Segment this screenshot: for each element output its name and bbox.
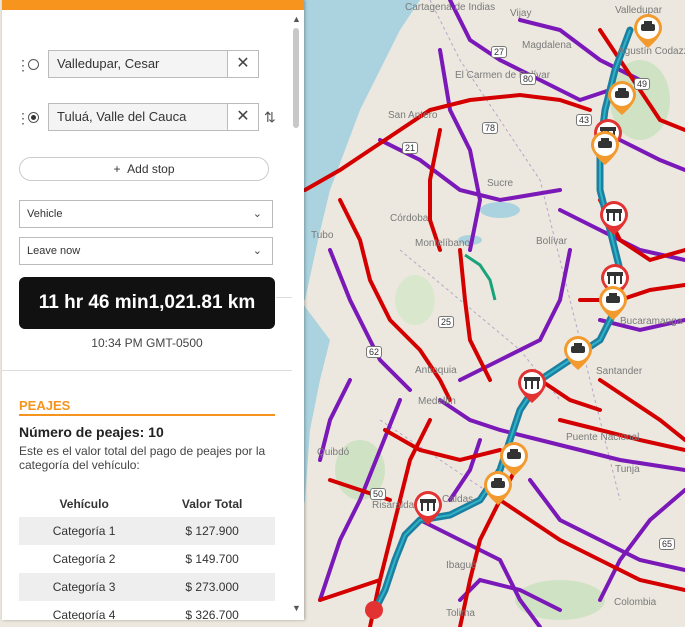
clear-destination-button[interactable]: ✕ — [227, 103, 259, 131]
table-header-row: Vehículo Valor Total — [19, 491, 275, 517]
scrollbar-thumb[interactable] — [293, 28, 299, 128]
panel-header-bar — [2, 0, 304, 10]
route-duration: 11 hr 46 min — [38, 292, 149, 313]
origin-radio[interactable] — [28, 59, 39, 70]
destination-stop-row: ⋮ Tuluá, Valle del Cauca ✕ ⇅ — [2, 101, 302, 135]
destination-marker — [365, 601, 383, 619]
tolls-section-title: PEAJES — [19, 398, 71, 413]
vehicle-category: Categoría 2 — [52, 552, 116, 566]
map-place-label: Cartagena de Indias — [405, 2, 496, 13]
road-shield: 80 — [520, 73, 537, 85]
road-shield: 50 — [370, 488, 387, 500]
map-place-label: Puente Nacional — [566, 432, 640, 443]
scroll-down-icon[interactable]: ▼ — [292, 603, 301, 613]
origin-stop-row: ⋮ Valledupar, Cesar ✕ — [2, 48, 302, 82]
map-place-label: Santander — [596, 366, 643, 377]
column-header-vehicle: Vehículo — [59, 497, 109, 511]
map-place-label: Bolívar — [536, 236, 568, 247]
map-place-label: Caldas — [442, 494, 474, 505]
add-stop-label: Add stop — [127, 162, 175, 176]
map-place-label: Medellín — [418, 396, 456, 407]
travel-mode-select[interactable]: Vehicle ⌄ — [19, 200, 273, 228]
map-place-label: Tolima — [446, 608, 475, 619]
road-shield: 25 — [438, 316, 455, 328]
plus-icon: + — [113, 162, 121, 176]
map-place-label: Tubo — [311, 230, 334, 241]
column-header-total: Valor Total — [181, 497, 243, 511]
swap-stops-icon[interactable]: ⇅ — [264, 109, 276, 126]
chevron-down-icon: ⌄ — [252, 208, 262, 220]
table-row: Categoría 4 $ 326.700 — [19, 601, 275, 620]
vehicle-category: Categoría 1 — [19, 517, 150, 545]
divider — [2, 370, 292, 371]
road-shield: 62 — [366, 346, 383, 358]
map-place-label: Magdalena — [522, 40, 572, 51]
directions-panel: ⋮ Valledupar, Cesar ✕ ⋮ Tuluá, Valle del… — [2, 0, 304, 620]
map-place-label: Colombia — [614, 597, 657, 608]
map-place-label: San Antero — [388, 110, 438, 121]
map-place-label: Bucaramanga — [620, 316, 683, 327]
map-place-label: Tunja — [615, 464, 640, 475]
tolls-table: Vehículo Valor Total Categoría 1 $ 127.9… — [19, 491, 275, 620]
scroll-up-icon[interactable]: ▲ — [292, 14, 301, 24]
map-place-label: Córdoba — [390, 213, 429, 224]
vehicle-category: Categoría 4 — [52, 608, 116, 620]
lake — [480, 202, 520, 218]
route-distance: 1,021.81 km — [148, 292, 256, 313]
travel-mode-value: Vehicle — [27, 208, 63, 220]
total-value: $ 149.700 — [185, 552, 239, 566]
road-shield: 43 — [576, 114, 593, 126]
tolls-description: Este es el valor total del pago de peaje… — [19, 444, 266, 472]
departure-select[interactable]: Leave now ⌄ — [19, 237, 273, 265]
road-shield: 78 — [482, 122, 499, 134]
total-value: $ 326.700 — [185, 608, 239, 620]
panel-scrollbar[interactable] — [292, 28, 300, 618]
tolls-count: Número de peajes: 10 — [19, 424, 164, 440]
map-place-label: Quibdó — [317, 447, 350, 458]
add-stop-button[interactable]: + Add stop — [19, 157, 269, 181]
total-value: $ 127.900 — [149, 517, 275, 545]
total-value: $ 273.000 — [149, 573, 275, 601]
table-row: Categoría 2 $ 149.700 — [19, 545, 275, 573]
road-shield: 27 — [491, 46, 508, 58]
road-shield: 65 — [659, 538, 676, 550]
destination-input[interactable]: Tuluá, Valle del Cauca — [48, 103, 228, 131]
origin-input[interactable]: Valledupar, Cesar — [48, 50, 228, 78]
arrival-time: 10:34 PM GMT-0500 — [91, 336, 203, 350]
road-shield: 49 — [634, 78, 651, 90]
park-area — [610, 60, 670, 140]
table-row: Categoría 3 $ 273.000 — [19, 573, 275, 601]
road-shield: 21 — [402, 142, 419, 154]
map-place-label: Valledupar — [615, 5, 663, 16]
route-summary: 11 hr 46 min1,021.81 km — [19, 277, 275, 329]
destination-radio[interactable] — [28, 112, 39, 123]
map-place-label: Vijay — [510, 8, 532, 19]
divider — [276, 297, 292, 298]
map-place-label: Agustín Codazzi — [618, 46, 685, 57]
clear-origin-button[interactable]: ✕ — [227, 50, 259, 78]
map-place-label: Ibagué — [446, 560, 477, 571]
map-place-label: Montelíbano — [415, 238, 471, 249]
table-row: Categoría 1 $ 127.900 — [19, 517, 275, 545]
chevron-down-icon: ⌄ — [252, 245, 262, 257]
tolls-title-underline — [19, 414, 275, 416]
map-place-label: Sucre — [487, 178, 514, 189]
map-place-label: Risaralda — [372, 500, 415, 511]
departure-value: Leave now — [27, 245, 81, 257]
park-area — [395, 275, 435, 325]
map-place-label: Antioquia — [415, 365, 457, 376]
vehicle-category: Categoría 3 — [19, 573, 150, 601]
